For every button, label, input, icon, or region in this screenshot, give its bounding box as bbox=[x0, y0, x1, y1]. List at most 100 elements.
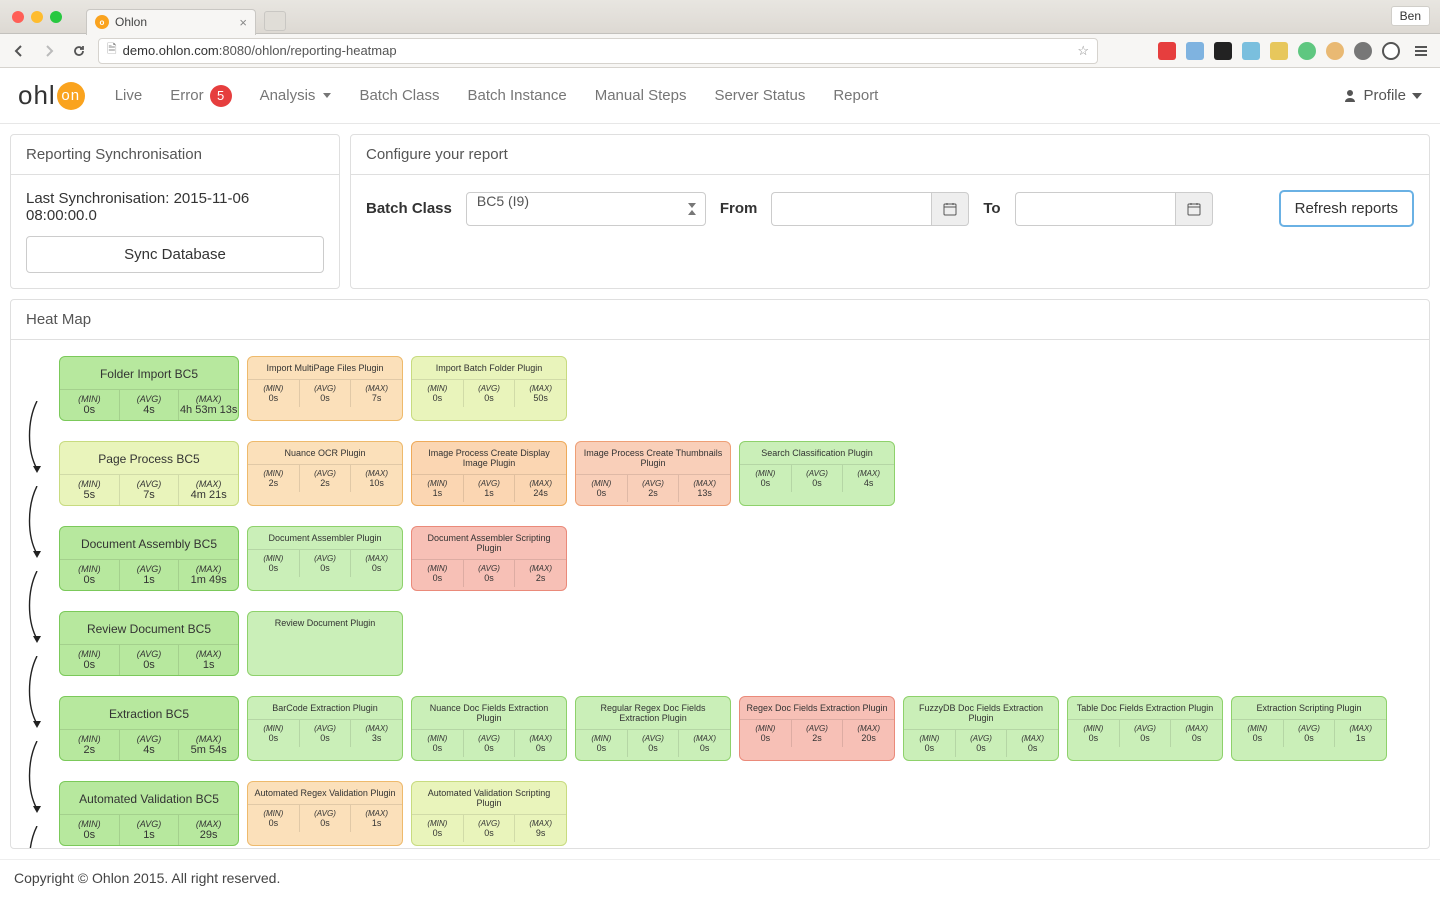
nav-back-icon[interactable] bbox=[8, 40, 30, 62]
sync-panel-title: Reporting Synchronisation bbox=[11, 135, 339, 175]
stage-box[interactable]: Document Assembly BC5 (MIN)0s (AVG)1s (M… bbox=[59, 526, 239, 591]
plugin-title: Table Doc Fields Extraction Plugin bbox=[1068, 697, 1222, 719]
tab-close-icon[interactable]: × bbox=[239, 15, 247, 30]
plugin-box[interactable]: Image Process Create Display Image Plugi… bbox=[411, 441, 567, 506]
window-controls bbox=[12, 11, 62, 23]
heatmap-title: Heat Map bbox=[11, 300, 1429, 340]
plugin-box[interactable]: Document Assembler Plugin (MIN)0s (AVG)0… bbox=[247, 526, 403, 591]
plugin-title: Nuance Doc Fields Extraction Plugin bbox=[412, 697, 566, 729]
plugin-title: Import MultiPage Files Plugin bbox=[248, 357, 402, 379]
extension-icon[interactable] bbox=[1158, 42, 1176, 60]
extension-icon[interactable] bbox=[1270, 42, 1288, 60]
plugin-title: Search Classification Plugin bbox=[740, 442, 894, 464]
user-icon bbox=[1343, 89, 1357, 103]
stage-box[interactable]: Automated Validation BC5 (MIN)0s (AVG)1s… bbox=[59, 781, 239, 846]
plugin-box[interactable]: Document Assembler Scripting Plugin (MIN… bbox=[411, 526, 567, 591]
profile-menu[interactable]: Profile bbox=[1343, 87, 1422, 104]
plugin-box[interactable]: Search Classification Plugin (MIN)0s (AV… bbox=[739, 441, 895, 506]
window-close-icon[interactable] bbox=[12, 11, 24, 23]
plugin-box[interactable]: Nuance Doc Fields Extraction Plugin (MIN… bbox=[411, 696, 567, 761]
nav-report[interactable]: Report bbox=[821, 77, 890, 115]
plugin-box[interactable]: Table Doc Fields Extraction Plugin (MIN)… bbox=[1067, 696, 1223, 761]
plugin-box[interactable]: Image Process Create Thumbnails Plugin (… bbox=[575, 441, 731, 506]
browser-tab[interactable]: o Ohlon × bbox=[86, 9, 256, 35]
extension-icon[interactable] bbox=[1354, 42, 1372, 60]
nav-analysis-label: Analysis bbox=[260, 87, 316, 104]
plugin-box[interactable]: Regex Doc Fields Extraction Plugin (MIN)… bbox=[739, 696, 895, 761]
browser-toolbar: 🗎 demo.ohlon.com:8080/ohlon/reporting-he… bbox=[0, 34, 1440, 68]
window-minimize-icon[interactable] bbox=[31, 11, 43, 23]
plugin-box[interactable]: Import Batch Folder Plugin (MIN)0s (AVG)… bbox=[411, 356, 567, 421]
calendar-icon bbox=[1187, 202, 1201, 216]
plugin-title: Document Assembler Scripting Plugin bbox=[412, 527, 566, 559]
nav-live[interactable]: Live bbox=[103, 77, 155, 115]
plugin-box[interactable]: FuzzyDB Doc Fields Extraction Plugin (MI… bbox=[903, 696, 1059, 761]
url-text: demo.ohlon.com:8080/ohlon/reporting-heat… bbox=[123, 43, 397, 58]
nav-reload-icon[interactable] bbox=[68, 40, 90, 62]
sync-database-button[interactable]: Sync Database bbox=[26, 236, 324, 273]
stage-title: Review Document BC5 bbox=[60, 612, 238, 644]
configure-panel-title: Configure your report bbox=[351, 135, 1429, 175]
stage-box[interactable]: Page Process BC5 (MIN)5s (AVG)7s (MAX)4m… bbox=[59, 441, 239, 506]
plugin-title: Automated Regex Validation Plugin bbox=[248, 782, 402, 804]
profile-label: Profile bbox=[1363, 87, 1406, 104]
extension-icon[interactable] bbox=[1326, 42, 1344, 60]
stage-box[interactable]: Folder Import BC5 (MIN)0s (AVG)4s (MAX)4… bbox=[59, 356, 239, 421]
error-count-badge: 5 bbox=[210, 85, 232, 107]
refresh-reports-button[interactable]: Refresh reports bbox=[1279, 190, 1414, 227]
plugin-box[interactable]: Regular Regex Doc Fields Extraction Plug… bbox=[575, 696, 731, 761]
window-zoom-icon[interactable] bbox=[50, 11, 62, 23]
menu-icon[interactable] bbox=[1410, 40, 1432, 62]
tab-title: Ohlon bbox=[115, 15, 147, 29]
extension-icon[interactable] bbox=[1242, 42, 1260, 60]
to-date-picker-button[interactable] bbox=[1175, 192, 1213, 226]
stage-title: Document Assembly BC5 bbox=[60, 527, 238, 559]
from-label: From bbox=[720, 200, 758, 217]
batch-class-value: BC5 (I9) bbox=[477, 193, 529, 209]
nav-server-status[interactable]: Server Status bbox=[702, 77, 817, 115]
from-date-picker-button[interactable] bbox=[931, 192, 969, 226]
plugin-title: Import Batch Folder Plugin bbox=[412, 357, 566, 379]
extension-icon[interactable] bbox=[1298, 42, 1316, 60]
address-bar[interactable]: 🗎 demo.ohlon.com:8080/ohlon/reporting-he… bbox=[98, 38, 1098, 64]
nav-error[interactable]: Error 5 bbox=[158, 77, 243, 115]
caret-down-icon bbox=[323, 93, 331, 98]
nav-manual-steps[interactable]: Manual Steps bbox=[583, 77, 699, 115]
plugin-box[interactable]: Extraction Scripting Plugin (MIN)0s (AVG… bbox=[1231, 696, 1387, 761]
plugin-box[interactable]: Import MultiPage Files Plugin (MIN)0s (A… bbox=[247, 356, 403, 421]
nav-batch-instance[interactable]: Batch Instance bbox=[455, 77, 578, 115]
plugin-title: Image Process Create Display Image Plugi… bbox=[412, 442, 566, 474]
browser-tabstrip: o Ohlon × Ben bbox=[0, 0, 1440, 34]
plugin-box[interactable]: Nuance OCR Plugin (MIN)2s (AVG)2s (MAX)1… bbox=[247, 441, 403, 506]
plugin-box[interactable]: Review Document Plugin bbox=[247, 611, 403, 676]
plugin-title: Regex Doc Fields Extraction Plugin bbox=[740, 697, 894, 719]
new-tab-button[interactable] bbox=[264, 11, 286, 31]
stage-box[interactable]: Extraction BC5 (MIN)2s (AVG)4s (MAX)5m 5… bbox=[59, 696, 239, 761]
brand-badge-icon: on bbox=[57, 82, 85, 110]
plugin-box[interactable]: BarCode Extraction Plugin (MIN)0s (AVG)0… bbox=[247, 696, 403, 761]
chevron-down-icon bbox=[1412, 93, 1422, 99]
nav-analysis[interactable]: Analysis bbox=[248, 77, 344, 115]
brand-logo[interactable]: ohl on bbox=[18, 80, 85, 111]
plugin-title: Review Document Plugin bbox=[248, 612, 402, 634]
plugin-box[interactable]: Automated Regex Validation Plugin (MIN)0… bbox=[247, 781, 403, 846]
extension-icon[interactable] bbox=[1382, 42, 1400, 60]
stage-title: Extraction BC5 bbox=[60, 697, 238, 729]
nav-forward-icon bbox=[38, 40, 60, 62]
bookmark-star-icon[interactable]: ☆ bbox=[1077, 43, 1089, 59]
browser-profile-chip[interactable]: Ben bbox=[1391, 6, 1430, 26]
batch-class-select[interactable]: BC5 (I9) bbox=[466, 192, 706, 226]
plugin-title: Image Process Create Thumbnails Plugin bbox=[576, 442, 730, 474]
extension-icon[interactable] bbox=[1186, 42, 1204, 60]
to-date-input[interactable] bbox=[1015, 192, 1175, 226]
plugin-box[interactable]: Automated Validation Scripting Plugin (M… bbox=[411, 781, 567, 846]
batch-class-label: Batch Class bbox=[366, 200, 452, 217]
from-date-input[interactable] bbox=[771, 192, 931, 226]
extension-icon[interactable] bbox=[1214, 42, 1232, 60]
heatmap-panel: Heat Map Folder Import BC5 (MIN)0s (AVG)… bbox=[10, 299, 1430, 849]
stage-title: Automated Validation BC5 bbox=[60, 782, 238, 814]
nav-batch-class[interactable]: Batch Class bbox=[347, 77, 451, 115]
configure-panel: Configure your report Batch Class BC5 (I… bbox=[350, 134, 1430, 289]
stage-box[interactable]: Review Document BC5 (MIN)0s (AVG)0s (MAX… bbox=[59, 611, 239, 676]
plugin-title: Regular Regex Doc Fields Extraction Plug… bbox=[576, 697, 730, 729]
